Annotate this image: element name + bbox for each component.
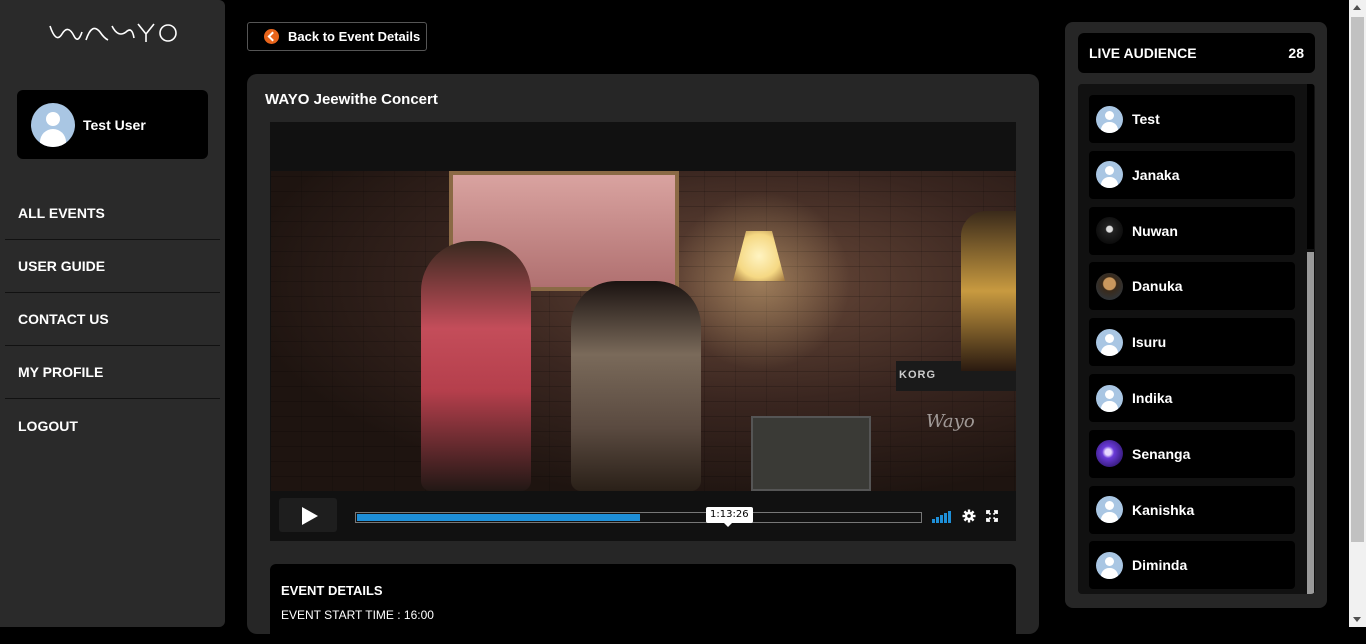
wayo-logo-icon[interactable] <box>48 18 180 46</box>
audience-member[interactable]: Kanishka <box>1089 485 1295 534</box>
nav-item-my-profile[interactable]: MY PROFILE <box>5 346 220 399</box>
live-audience-count: 28 <box>1288 45 1304 61</box>
live-audience-header: LIVE AUDIENCE 28 <box>1078 33 1315 73</box>
video-performer-1 <box>421 241 531 491</box>
live-audience-heading: LIVE AUDIENCE <box>1089 45 1197 61</box>
video-frame[interactable]: KORG Wayo <box>271 171 1016 491</box>
scroll-down-icon[interactable] <box>1353 617 1361 622</box>
audience-scrollbar[interactable] <box>1306 84 1315 594</box>
audience-member-name: Danuka <box>1132 278 1183 295</box>
live-audience-panel: LIVE AUDIENCE 28 Test Janaka Nuwan Danuka Is… <box>1065 22 1327 608</box>
user-card[interactable]: Test User <box>17 90 208 159</box>
audience-member[interactable]: Danuka <box>1089 262 1295 311</box>
video-performer-3 <box>961 211 1016 371</box>
audience-member[interactable]: Janaka <box>1089 150 1295 199</box>
audience-member-name: Nuwan <box>1132 222 1178 239</box>
avatar <box>1096 217 1123 245</box>
avatar <box>1096 384 1123 412</box>
nav-item-user-guide[interactable]: USER GUIDE <box>5 240 220 293</box>
nav-item-contact-us[interactable]: CONTACT US <box>5 293 220 346</box>
sidebar: Test User ALL EVENTS USER GUIDE CONTACT … <box>0 0 225 627</box>
avatar <box>1096 272 1123 300</box>
play-button[interactable] <box>279 498 337 532</box>
avatar <box>1096 161 1123 189</box>
audience-member[interactable]: Senanga <box>1089 429 1295 478</box>
avatar <box>1096 105 1123 133</box>
audience-member-name: Senanga <box>1132 445 1191 462</box>
back-to-event-details-button[interactable]: Back to Event Details <box>247 22 427 51</box>
audience-member[interactable]: Isuru <box>1089 318 1295 367</box>
page-scrollbar[interactable] <box>1349 0 1366 627</box>
audience-member-name: Isuru <box>1132 334 1167 351</box>
audience-member-name: Janaka <box>1132 166 1180 183</box>
video-performer-2 <box>571 281 701 491</box>
video-keyboard-brand: KORG <box>899 369 936 381</box>
avatar <box>1096 440 1123 468</box>
progress-fill <box>357 514 640 521</box>
nav-item-logout[interactable]: LOGOUT <box>5 399 220 452</box>
video-controls: 1:13:26 <box>270 491 1016 541</box>
fullscreen-icon[interactable] <box>986 510 998 522</box>
audience-member[interactable]: Nuwan <box>1089 206 1295 255</box>
nav-item-all-events[interactable]: ALL EVENTS <box>5 187 220 240</box>
audience-member[interactable]: Diminda <box>1089 541 1295 590</box>
volume-icon[interactable] <box>932 511 954 523</box>
avatar <box>1096 496 1123 524</box>
sidebar-nav: ALL EVENTS USER GUIDE CONTACT US MY PROF… <box>5 187 220 452</box>
event-title: WAYO Jeewithe Concert <box>265 91 438 108</box>
avatar <box>31 102 75 147</box>
avatar <box>1096 328 1123 356</box>
event-details: EVENT DETAILS EVENT START TIME : 16:00 <box>270 564 1016 644</box>
event-panel: WAYO Jeewithe Concert KORG Wayo 1:13:26 <box>247 74 1039 644</box>
audience-list[interactable]: Test Janaka Nuwan Danuka Isuru Indika Senanga K… <box>1078 84 1315 594</box>
scroll-up-icon[interactable] <box>1353 5 1361 10</box>
back-button-label: Back to Event Details <box>288 29 421 44</box>
event-start-time: EVENT START TIME : 16:00 <box>281 608 434 622</box>
audience-member-name: Kanishka <box>1132 501 1195 518</box>
page-scrollbar-thumb[interactable] <box>1351 17 1364 542</box>
audience-member[interactable]: Test <box>1089 95 1295 143</box>
avatar <box>1096 551 1123 579</box>
audience-member-name: Diminda <box>1132 557 1188 574</box>
video-watermark: Wayo <box>926 411 975 432</box>
audience-member[interactable]: Indika <box>1089 374 1295 422</box>
audience-member-name: Indika <box>1132 390 1173 406</box>
progress-bar[interactable]: 1:13:26 <box>355 507 922 527</box>
video-player[interactable]: KORG Wayo 1:13:26 <box>270 122 1016 541</box>
time-tooltip: 1:13:26 <box>706 507 753 527</box>
chevron-left-icon <box>264 29 279 44</box>
video-amplifier <box>751 416 871 491</box>
gear-icon[interactable] <box>962 509 976 523</box>
user-name: Test User <box>83 116 146 133</box>
audience-scrollbar-thumb[interactable] <box>1307 252 1314 594</box>
event-details-heading: EVENT DETAILS <box>281 583 383 598</box>
audience-member-name: Test <box>1132 111 1160 127</box>
